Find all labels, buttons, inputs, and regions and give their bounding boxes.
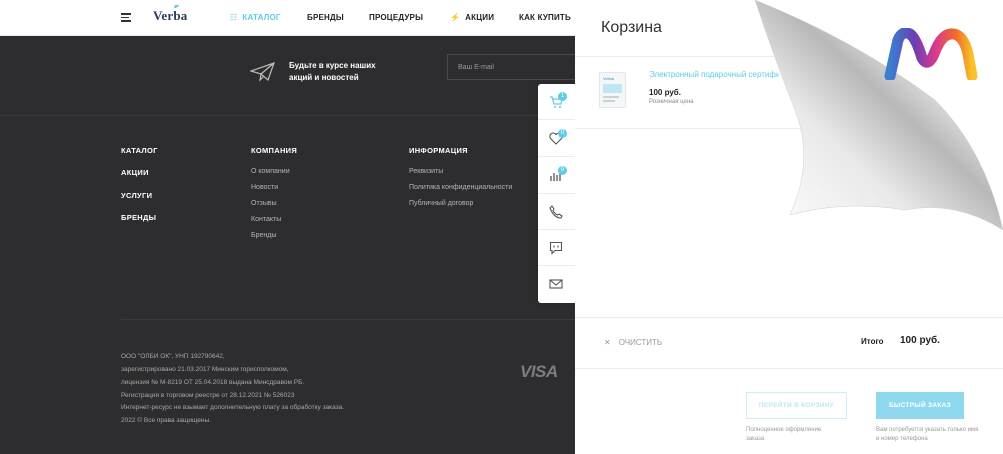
- email-input[interactable]: Ваш E-mail: [447, 54, 575, 80]
- footer-link-reviews[interactable]: Отзывы: [251, 200, 277, 207]
- nav-label: КАТАЛОГ: [242, 13, 281, 22]
- footer-link-brands[interactable]: БРЕНДЫ: [121, 213, 156, 222]
- cart-item-price: 100 руб.: [649, 88, 681, 97]
- wishlist-shortcut[interactable]: 0: [538, 121, 575, 157]
- quick-actions-panel: 1 0 0: [538, 84, 575, 303]
- footer-link-requisites[interactable]: Реквизиты: [409, 168, 443, 175]
- footer-link-privacy[interactable]: Политика конфиденциальности: [409, 184, 512, 191]
- lightning-icon: ⚡: [450, 13, 461, 22]
- footer-link-contacts[interactable]: Контакты: [251, 216, 281, 223]
- go-to-cart-button[interactable]: ПЕРЕЙТИ В КОРЗИНУ: [746, 392, 847, 419]
- legal-line: Регистрация в торговом реестре от 28.12.…: [121, 392, 295, 399]
- product-thumbnail[interactable]: Verba: [599, 72, 626, 108]
- total-label: Итого: [861, 337, 884, 346]
- quick-order-note: Вам потребуется указать только имя и ном…: [876, 427, 979, 442]
- footer-link-about[interactable]: О компании: [251, 168, 290, 175]
- legal-line: зарегистрировано 21.03.2017 Минским гори…: [121, 366, 289, 373]
- footer-link-promotions[interactable]: АКЦИИ: [121, 168, 149, 177]
- cart-divider: [575, 317, 1003, 318]
- mail-shortcut[interactable]: [538, 267, 575, 303]
- menu-icon[interactable]: [121, 13, 131, 22]
- callback-shortcut[interactable]: [538, 194, 575, 230]
- footer-divider: [121, 319, 575, 320]
- footer-link-brands-2[interactable]: Бренды: [251, 232, 276, 239]
- legal-line: лицензия № М-8219 ОТ 25.04.2018 выдана М…: [121, 379, 305, 386]
- footer-link-offer[interactable]: Публичный договор: [409, 200, 473, 207]
- subscribe-block: Будьте в курсе наших акций и новостей Ва…: [0, 36, 575, 116]
- close-icon: ✕: [604, 338, 611, 347]
- legal-line: ООО "ОЛБИ ОК", УНП 192790642,: [121, 353, 225, 360]
- quick-order-button[interactable]: БЫСТРЫЙ ЗАКАЗ: [876, 392, 964, 419]
- chat-icon: [549, 241, 563, 255]
- mail-icon: [549, 279, 563, 289]
- footer-heading-info: ИНФОРМАЦИЯ: [409, 146, 468, 155]
- thumbnail-card: [603, 84, 622, 93]
- clear-label: ОЧИСТИТЬ: [618, 338, 663, 347]
- nav-how-to-buy[interactable]: КАК КУПИТЬ: [519, 13, 571, 22]
- thumbnail-brand: Verba: [603, 76, 614, 81]
- compare-count-badge: 0: [558, 166, 567, 175]
- leaf-icon: [174, 4, 179, 8]
- chat-shortcut[interactable]: [538, 230, 575, 266]
- compare-shortcut[interactable]: 0: [538, 158, 575, 194]
- nav-label: АКЦИИ: [465, 13, 495, 22]
- footer-link-services[interactable]: УСЛУГИ: [121, 191, 152, 200]
- total-value: 100 руб.: [900, 335, 940, 346]
- site-header: Verba ☷ КАТАЛОГ БРЕНДЫ ПРОЦЕДУРЫ ⚡ АКЦИИ К…: [0, 0, 575, 36]
- cart-item-price-note: Розничная цена: [649, 99, 694, 105]
- thumbnail-line: [603, 100, 615, 102]
- subscribe-text: Будьте в курсе наших акций и новостей: [289, 61, 376, 82]
- logo-text: Verba: [153, 8, 188, 23]
- go-to-cart-note: Полноценное оформление заказа: [746, 427, 822, 442]
- site-footer: Будьте в курсе наших акций и новостей Ва…: [0, 36, 575, 454]
- cart-title: Корзина: [601, 19, 662, 36]
- brand-m-logo: [884, 28, 978, 80]
- footer-heading-company: КОМПАНИЯ: [251, 146, 298, 155]
- clear-cart-button[interactable]: ✕ ОЧИСТИТЬ: [604, 338, 670, 347]
- wishlist-count-badge: 0: [558, 129, 567, 138]
- paper-plane-icon: [250, 62, 275, 82]
- phone-icon: [549, 205, 563, 219]
- cart-shortcut[interactable]: 1: [538, 84, 575, 120]
- catalog-icon: ☷: [230, 13, 238, 22]
- nav-promotions[interactable]: ⚡ АКЦИИ: [450, 13, 494, 22]
- nav-catalog[interactable]: ☷ КАТАЛОГ: [230, 13, 281, 22]
- legal-line: 2022 © Все права защищены.: [121, 417, 211, 424]
- thumbnail-line: [603, 96, 619, 98]
- nav-procedures[interactable]: ПРОЦЕДУРЫ: [369, 13, 423, 22]
- nav-brands[interactable]: БРЕНДЫ: [307, 13, 344, 22]
- footer-link-catalog[interactable]: КАТАЛОГ: [121, 146, 158, 155]
- site-logo[interactable]: Verba: [153, 4, 188, 24]
- legal-line: Интернет-ресурс не взымает дополнительну…: [121, 404, 345, 411]
- cart-divider: [575, 368, 1003, 369]
- cart-count-badge: 1: [558, 92, 567, 101]
- footer-link-news[interactable]: Новости: [251, 184, 278, 191]
- visa-logo: VISA: [520, 362, 558, 381]
